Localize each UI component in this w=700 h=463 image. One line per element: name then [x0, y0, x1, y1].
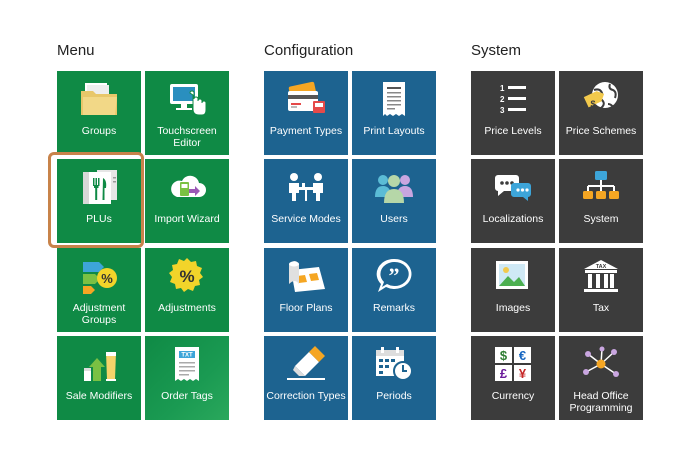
network-icon [579, 345, 623, 383]
percent-badge-icon: % [165, 257, 209, 295]
tile-label: Touchscreen Editor [157, 125, 217, 149]
svg-text:%: % [101, 271, 113, 286]
txt-receipt-icon: TXT [165, 345, 209, 383]
tile-label: Images [495, 302, 531, 314]
hierarchy-icon [579, 168, 623, 206]
tile-localizations[interactable]: Localizations [471, 159, 555, 243]
tile-label: System [583, 213, 619, 225]
section-title-system: System [471, 42, 522, 59]
tile-periods[interactable]: Periods [352, 336, 436, 420]
svg-text:”: ” [389, 263, 400, 288]
cloud-import-icon [165, 168, 209, 206]
tile-label: Users [380, 213, 408, 225]
svg-text:$: $ [500, 348, 508, 363]
tile-label: Groups [81, 125, 117, 137]
tile-payment-types[interactable]: Payment Types [264, 71, 348, 155]
tile-label: PLUs [86, 213, 112, 225]
tile-tax[interactable]: TAX Tax [559, 248, 643, 332]
svg-text:1: 1 [500, 84, 505, 93]
tile-label: Head Office Programming [569, 390, 633, 414]
tile-label: Tax [592, 302, 610, 314]
plu-menu-icon [77, 168, 121, 206]
svg-text:$: $ [590, 99, 595, 109]
tile-label: Price Schemes [565, 125, 637, 137]
tile-touchscreen-editor[interactable]: Touchscreen Editor [145, 71, 229, 155]
tile-label: Periods [376, 390, 412, 402]
calendar-clock-icon [372, 345, 416, 383]
tile-label: Adjustments [158, 302, 216, 314]
tile-label: Import Wizard [154, 213, 220, 225]
tile-label: Sale Modifiers [65, 390, 133, 402]
quote-bubble-icon: ” [372, 257, 416, 295]
tile-label: Payment Types [269, 125, 343, 137]
order-tag-sign-text: TXT [181, 353, 193, 359]
tile-system[interactable]: System [559, 159, 643, 243]
tile-groups[interactable]: Groups [57, 71, 141, 155]
tile-label: Print Layouts [363, 125, 425, 137]
chat-bubbles-icon [491, 168, 535, 206]
svg-text:%: % [179, 267, 194, 286]
tile-label: Floor Plans [279, 302, 333, 314]
users-icon [372, 168, 416, 206]
tile-label: Currency [491, 390, 535, 402]
tax-building-icon: TAX [579, 257, 623, 295]
tile-price-schemes[interactable]: $ Price Schemes [559, 71, 643, 155]
eraser-icon [284, 345, 328, 383]
svg-text:¥: ¥ [519, 366, 527, 381]
tile-adjustments[interactable]: % Adjustments [145, 248, 229, 332]
svg-text:€: € [519, 348, 526, 363]
tile-currency[interactable]: $ € £ ¥ Currency [471, 336, 555, 420]
tile-label: Order Tags [161, 390, 213, 402]
tile-users[interactable]: Users [352, 159, 436, 243]
tax-sign-text: TAX [596, 264, 607, 270]
tile-price-levels[interactable]: 1 2 3 Price Levels [471, 71, 555, 155]
tile-images[interactable]: Images [471, 248, 555, 332]
tile-order-tags[interactable]: TXT Order Tags [145, 336, 229, 420]
table-people-icon [284, 168, 328, 206]
tile-correction-types[interactable]: Correction Types [264, 336, 348, 420]
tile-print-layouts[interactable]: Print Layouts [352, 71, 436, 155]
tile-head-office-programming[interactable]: Head Office Programming [559, 336, 643, 420]
tile-floor-plans[interactable]: Floor Plans [264, 248, 348, 332]
folder-icon [77, 80, 121, 118]
payment-card-icon [284, 80, 328, 118]
numbered-list-icon: 1 2 3 [491, 80, 535, 118]
sale-modifiers-icon [77, 345, 121, 383]
section-title-configuration: Configuration [264, 42, 354, 59]
tile-adjustment-groups[interactable]: % Adjustment Groups [57, 248, 141, 332]
svg-text:2: 2 [500, 95, 505, 104]
tile-label: Adjustment Groups [72, 302, 126, 326]
touchscreen-icon [165, 80, 209, 118]
currency-icon: $ € £ ¥ [491, 345, 535, 383]
svg-text:3: 3 [500, 106, 505, 115]
tile-sale-modifiers[interactable]: Sale Modifiers [57, 336, 141, 420]
section-title-menu: Menu [57, 42, 95, 59]
tile-label: Correction Types [266, 390, 346, 402]
adjustment-groups-icon: % [77, 257, 121, 295]
floor-plan-icon [284, 257, 328, 295]
tile-plus[interactable]: PLUs [57, 159, 141, 243]
image-icon [491, 257, 535, 295]
receipt-icon [372, 80, 416, 118]
svg-text:£: £ [500, 366, 508, 381]
tile-label: Remarks [372, 302, 415, 314]
tile-service-modes[interactable]: Service Modes [264, 159, 348, 243]
tile-label: Localizations [482, 213, 544, 225]
tile-import-wizard[interactable]: Import Wizard [145, 159, 229, 243]
tile-remarks[interactable]: ” Remarks [352, 248, 436, 332]
tile-label: Service Modes [271, 213, 341, 225]
globe-tag-icon: $ [579, 80, 623, 118]
tile-label: Price Levels [484, 125, 542, 137]
